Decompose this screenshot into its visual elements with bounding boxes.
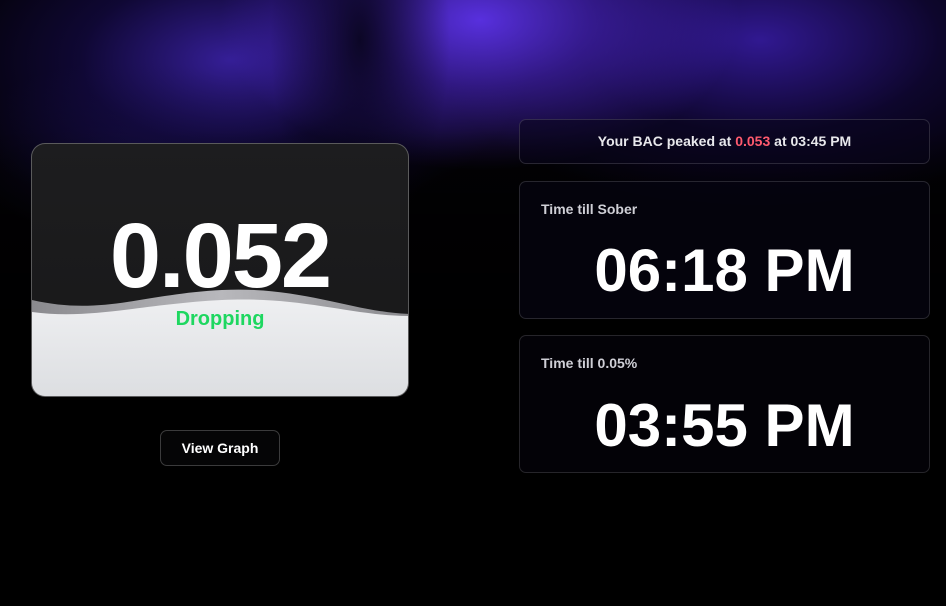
time-till-limit-label: Time till 0.05% [541,355,638,371]
view-graph-button[interactable]: View Graph [160,430,280,466]
time-till-sober-label: Time till Sober [541,201,638,217]
peak-middle: at [774,133,787,149]
time-till-sober-panel: Time till Sober 06:18 PM [519,181,930,319]
bac-value: 0.052 [109,205,332,307]
bac-card: 0.052 Dropping [31,143,409,397]
bac-status-label: Dropping [175,308,265,330]
peak-time: 03:45 PM [790,133,852,149]
peak-bac-value: 0.053 [735,133,771,149]
peak-bac-panel: Your BAC peaked at 0.053 at 03:45 PM [519,119,930,164]
time-till-limit-panel: Time till 0.05% 03:55 PM [519,335,930,473]
time-till-limit-value: 03:55 PM [594,392,855,459]
bac-tracker-screen: 0.052 Dropping View Graph Your BAC peake… [0,0,946,606]
peak-prefix: Your BAC peaked at [597,133,732,149]
time-till-sober-value: 06:18 PM [594,237,855,304]
